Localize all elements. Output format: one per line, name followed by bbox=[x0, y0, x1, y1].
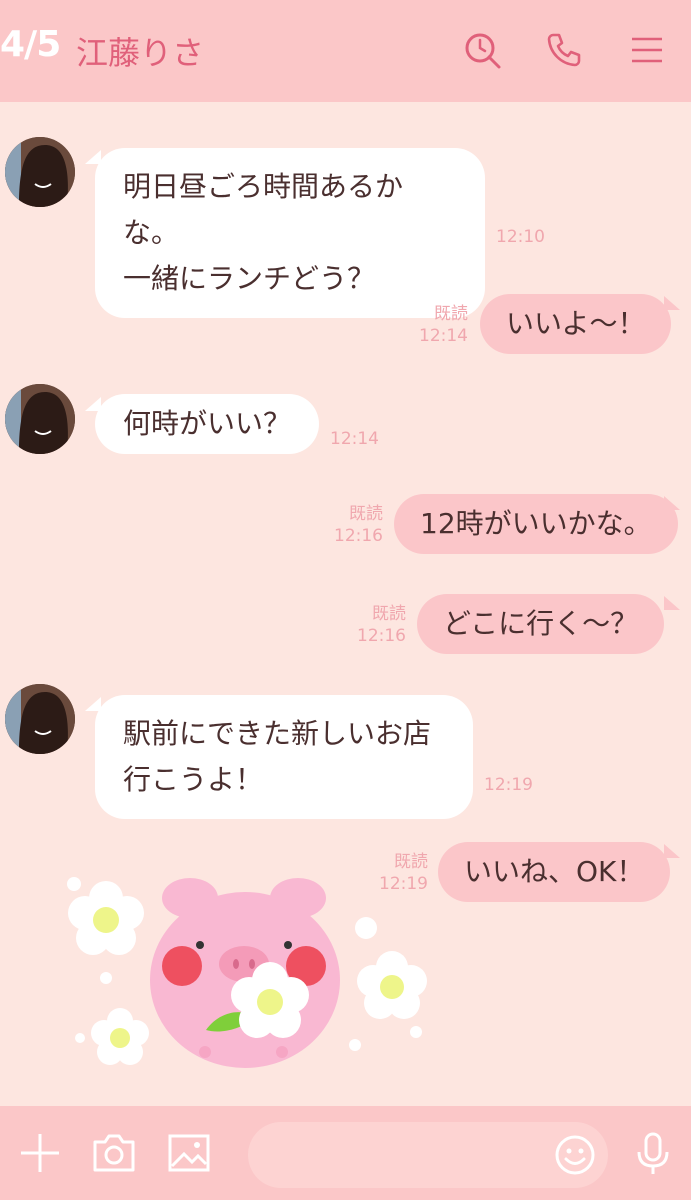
bubble-tail bbox=[664, 496, 680, 510]
message-text: いいね、OK！ bbox=[464, 855, 645, 888]
message-text: どこに行く〜？ bbox=[443, 607, 639, 640]
message-time: 12:10 bbox=[496, 227, 545, 247]
bubble-tail bbox=[664, 844, 680, 858]
menu-icon[interactable] bbox=[628, 30, 668, 70]
read-label: 既読 bbox=[372, 604, 406, 624]
plus-icon[interactable] bbox=[17, 1130, 63, 1176]
message-bubble-outgoing[interactable]: いいよ〜！ bbox=[480, 294, 672, 354]
avatar[interactable] bbox=[5, 684, 75, 754]
message-bubble-incoming[interactable]: 駅前にできた新しいお店 行こうよ！ bbox=[95, 695, 473, 819]
message-time: 12:16 bbox=[334, 526, 383, 546]
phone-icon[interactable] bbox=[544, 30, 584, 70]
message-time: 12:19 bbox=[484, 775, 533, 795]
message-bubble-outgoing[interactable]: 12時がいいかな。 bbox=[394, 494, 678, 554]
read-receipt: 既読 12:14 bbox=[418, 303, 468, 347]
search-icon[interactable] bbox=[462, 30, 502, 70]
message-text: 12時がいいかな。 bbox=[420, 507, 652, 540]
message-text: 明日昼ごろ時間あるかな。 bbox=[123, 170, 404, 249]
read-label: 既読 bbox=[349, 504, 383, 524]
chat-header: 4/5 江藤りさ bbox=[0, 0, 691, 102]
message-bubble-outgoing[interactable]: どこに行く〜？ bbox=[417, 594, 665, 654]
emoji-icon[interactable] bbox=[552, 1132, 598, 1178]
read-label: 既読 bbox=[434, 304, 468, 324]
contact-name[interactable]: 江藤りさ bbox=[76, 28, 204, 74]
camera-icon[interactable] bbox=[91, 1130, 137, 1176]
message-bubble-incoming[interactable]: 明日昼ごろ時間あるかな。 一緒にランチどう？ bbox=[95, 148, 485, 318]
message-time: 12:14 bbox=[419, 326, 468, 346]
bubble-tail bbox=[664, 296, 680, 310]
message-bubble-incoming[interactable]: 何時がいい？ bbox=[95, 394, 320, 454]
message-text: 行こうよ！ bbox=[123, 763, 264, 796]
image-icon[interactable] bbox=[166, 1130, 212, 1176]
pig-sticker[interactable] bbox=[60, 870, 440, 1070]
page-indicator: 4/5 bbox=[0, 24, 61, 65]
chat-input-bar bbox=[0, 1106, 691, 1200]
avatar[interactable] bbox=[5, 384, 75, 454]
message-bubble-outgoing[interactable]: いいね、OK！ bbox=[438, 842, 671, 902]
message-text: 駅前にできた新しいお店 bbox=[123, 717, 432, 750]
message-time: 12:14 bbox=[330, 429, 379, 449]
message-text: いいよ〜！ bbox=[506, 307, 646, 340]
read-receipt: 既読 12:16 bbox=[333, 503, 383, 547]
read-receipt: 既読 12:16 bbox=[356, 603, 406, 647]
bubble-tail bbox=[664, 596, 680, 610]
avatar[interactable] bbox=[5, 137, 75, 207]
message-text: 一緒にランチどう？ bbox=[123, 262, 376, 295]
microphone-icon[interactable] bbox=[630, 1130, 676, 1176]
message-time: 12:16 bbox=[357, 626, 406, 646]
message-text: 何時がいい？ bbox=[123, 407, 292, 440]
